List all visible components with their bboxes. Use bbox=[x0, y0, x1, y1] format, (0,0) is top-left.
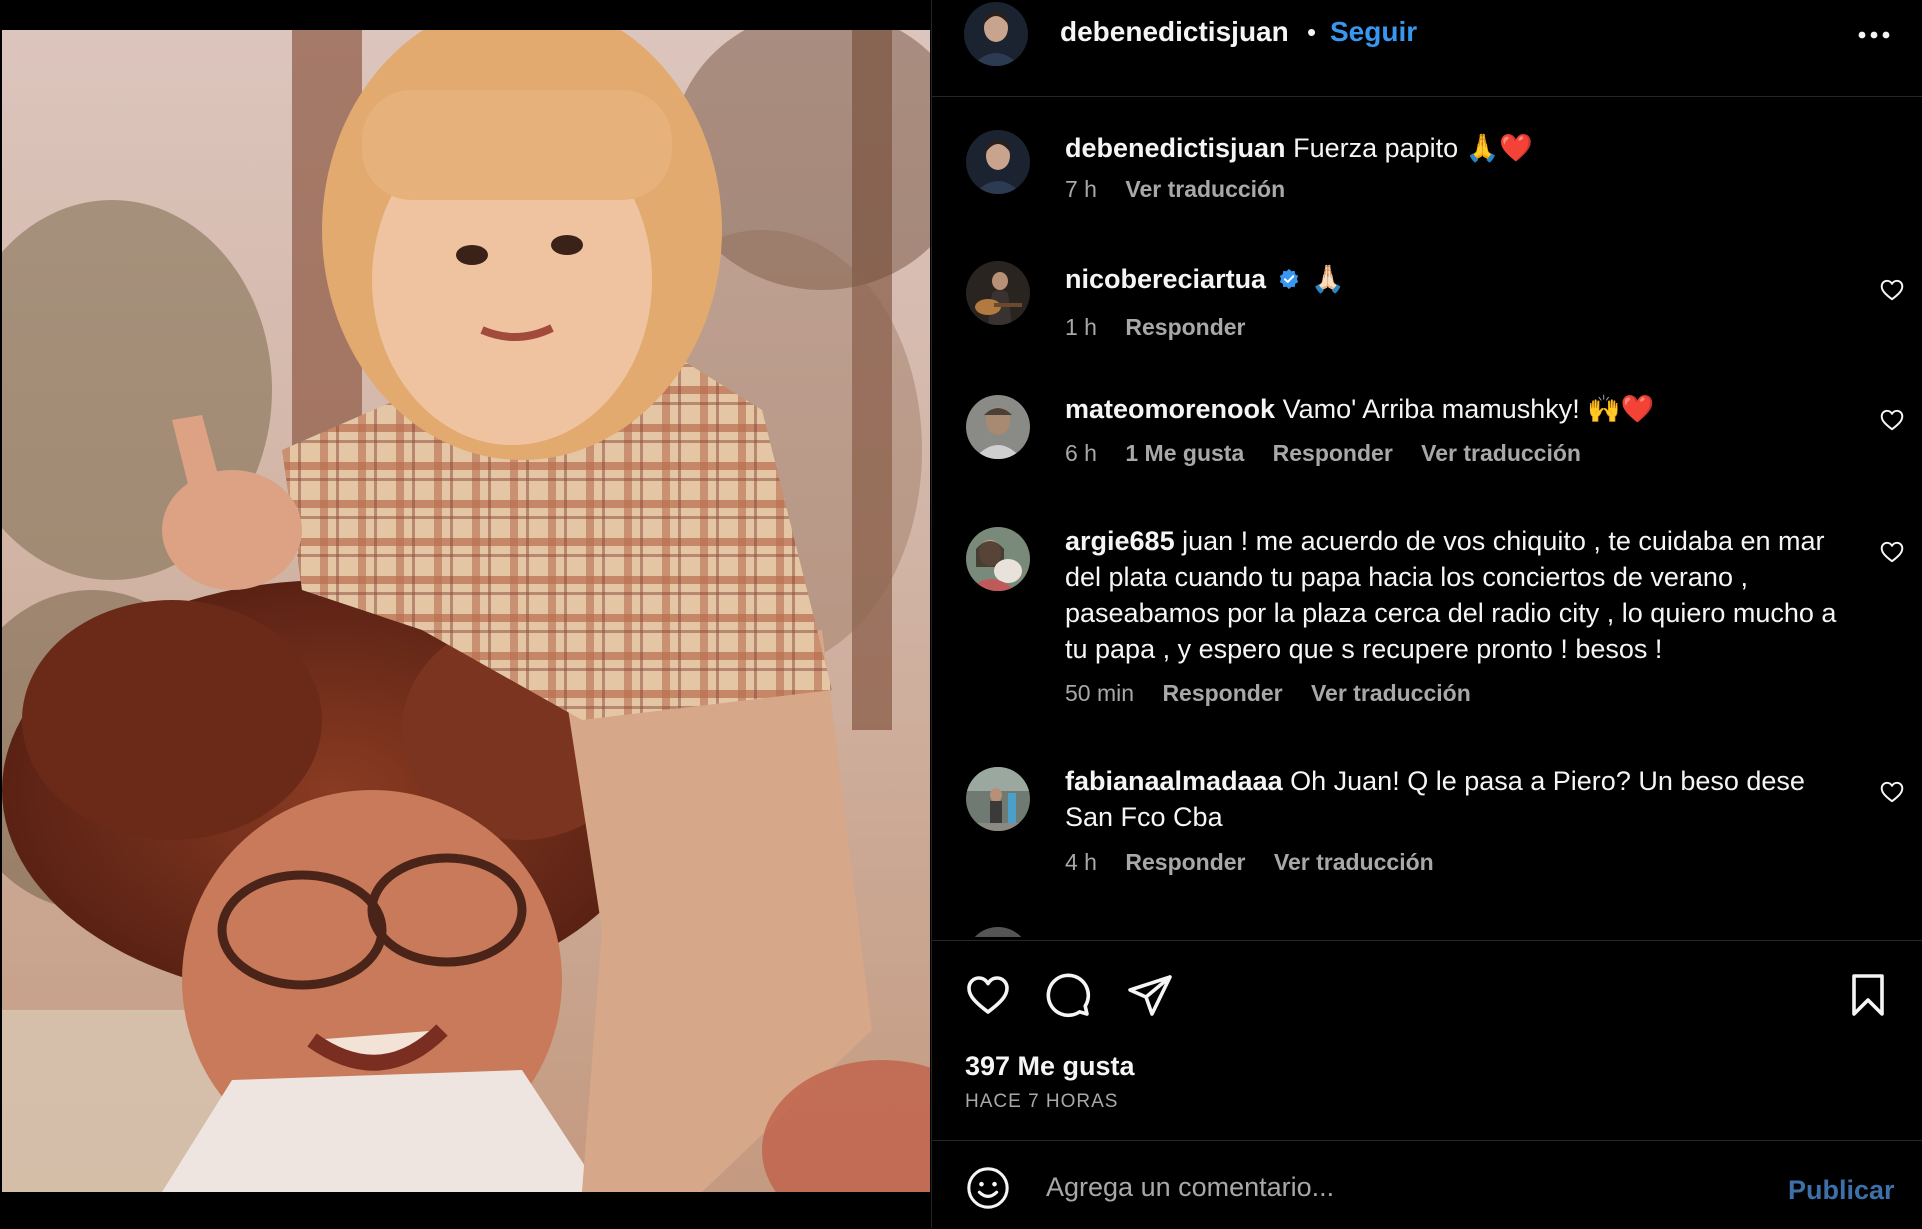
comment-username[interactable]: debenedictisjuan bbox=[1065, 133, 1286, 163]
reply-link[interactable]: Responder bbox=[1162, 680, 1282, 706]
comment-meta: 4 h Responder Ver traducción bbox=[1065, 849, 1456, 876]
comment-time[interactable]: 7 h bbox=[1065, 176, 1097, 202]
heart-icon[interactable] bbox=[964, 971, 1012, 1019]
comment-time[interactable]: 50 min bbox=[1065, 680, 1134, 706]
translate-link[interactable]: Ver traducción bbox=[1125, 176, 1285, 202]
post-side-panel: debenedictisjuan • Seguir debenedictisju… bbox=[931, 0, 1922, 1228]
author-avatar[interactable] bbox=[964, 2, 1028, 66]
follow-button[interactable]: Seguir bbox=[1330, 16, 1417, 48]
translate-link[interactable]: Ver traducción bbox=[1311, 680, 1471, 706]
comment-time[interactable]: 1 h bbox=[1065, 314, 1097, 340]
commenter-avatar[interactable] bbox=[966, 130, 1030, 194]
emoji-icon[interactable] bbox=[965, 1165, 1011, 1211]
comment-meta: 50 min Responder Ver traducción bbox=[1065, 680, 1493, 707]
comment-body: fabianaalmadaaa Oh Juan! Q le pasa a Pie… bbox=[1065, 763, 1855, 835]
post-timestamp[interactable]: HACE 7 HORAS bbox=[965, 1091, 1118, 1113]
comments-list[interactable]: debenedictisjuan Fuerza papito 🙏❤️ 7 h V… bbox=[932, 97, 1922, 937]
bookmark-icon[interactable] bbox=[1844, 971, 1892, 1019]
commenter-avatar[interactable] bbox=[966, 395, 1030, 459]
comment-meta: 1 h Responder bbox=[1065, 314, 1268, 341]
photo-illustration bbox=[2, 30, 930, 1192]
comment-like-heart-icon[interactable] bbox=[1879, 277, 1905, 303]
author-avatar-image bbox=[964, 2, 1028, 66]
post-header: debenedictisjuan • Seguir bbox=[932, 0, 1922, 97]
commenter-avatar[interactable] bbox=[966, 927, 1030, 937]
comment-text: Vamo' Arriba mamushky! 🙌❤️ bbox=[1282, 394, 1655, 424]
comment-like-heart-icon[interactable] bbox=[1879, 779, 1905, 805]
comment-text: 🙏🏻 bbox=[1311, 264, 1345, 294]
reply-link[interactable]: Responder bbox=[1125, 849, 1245, 875]
post-photo-pane bbox=[0, 0, 930, 1228]
comment-username[interactable]: fabianaalmadaaa bbox=[1065, 766, 1283, 796]
comment-username[interactable]: argie685 bbox=[1065, 526, 1175, 556]
comment-input[interactable] bbox=[1044, 1163, 1728, 1211]
post-actions: 397 Me gusta HACE 7 HORAS bbox=[932, 940, 1922, 1141]
commenter-avatar-image bbox=[966, 527, 1030, 591]
commenter-avatar[interactable] bbox=[966, 527, 1030, 591]
comment-meta: 6 h 1 Me gusta Responder Ver traducción bbox=[1065, 440, 1603, 467]
commenter-avatar[interactable] bbox=[966, 767, 1030, 831]
comment-body: nicobereciartua 🙏🏻 bbox=[1065, 261, 1855, 297]
commenter-avatar-image bbox=[966, 130, 1030, 194]
comment-time[interactable]: 6 h bbox=[1065, 440, 1097, 466]
commenter-avatar-image bbox=[966, 261, 1030, 325]
comment-username[interactable]: nicobereciartua bbox=[1065, 264, 1266, 294]
comment-body: debenedictisjuan Fuerza papito 🙏❤️ bbox=[1065, 130, 1855, 166]
post-photo[interactable] bbox=[2, 30, 930, 1192]
more-options-icon[interactable] bbox=[1854, 14, 1894, 54]
commenter-avatar[interactable] bbox=[966, 261, 1030, 325]
likes-count[interactable]: 397 Me gusta bbox=[965, 1051, 1135, 1082]
translate-link[interactable]: Ver traducción bbox=[1274, 849, 1434, 875]
comment-text: juan ! me acuerdo de vos chiquito , te c… bbox=[1065, 526, 1837, 664]
comment-composer: Publicar bbox=[932, 1140, 1922, 1229]
reply-link[interactable]: Responder bbox=[1273, 440, 1393, 466]
comment-username[interactable]: mateomorenook bbox=[1065, 394, 1275, 424]
comment-like-heart-icon[interactable] bbox=[1879, 539, 1905, 565]
verified-badge-icon bbox=[1279, 268, 1298, 290]
reply-link[interactable]: Responder bbox=[1125, 314, 1245, 340]
comment-meta: 7 h Ver traducción bbox=[1065, 176, 1307, 203]
commenter-avatar-image bbox=[966, 767, 1030, 831]
comment-icon[interactable] bbox=[1044, 971, 1092, 1019]
comment-time[interactable]: 4 h bbox=[1065, 849, 1097, 875]
translate-link[interactable]: Ver traducción bbox=[1421, 440, 1581, 466]
commenter-avatar-image bbox=[966, 395, 1030, 459]
header-separator: • bbox=[1307, 17, 1317, 47]
comment-body: argie685 juan ! me acuerdo de vos chiqui… bbox=[1065, 523, 1855, 667]
share-icon[interactable] bbox=[1126, 971, 1174, 1019]
comment-text: Fuerza papito 🙏❤️ bbox=[1293, 133, 1533, 163]
comment-like-heart-icon[interactable] bbox=[1879, 407, 1905, 433]
comment-body: mateomorenook Vamo' Arriba mamushky! 🙌❤️ bbox=[1065, 391, 1855, 427]
comment-likes-link[interactable]: 1 Me gusta bbox=[1125, 440, 1244, 466]
publish-button[interactable]: Publicar bbox=[1788, 1175, 1895, 1206]
author-username[interactable]: debenedictisjuan bbox=[1060, 16, 1289, 48]
